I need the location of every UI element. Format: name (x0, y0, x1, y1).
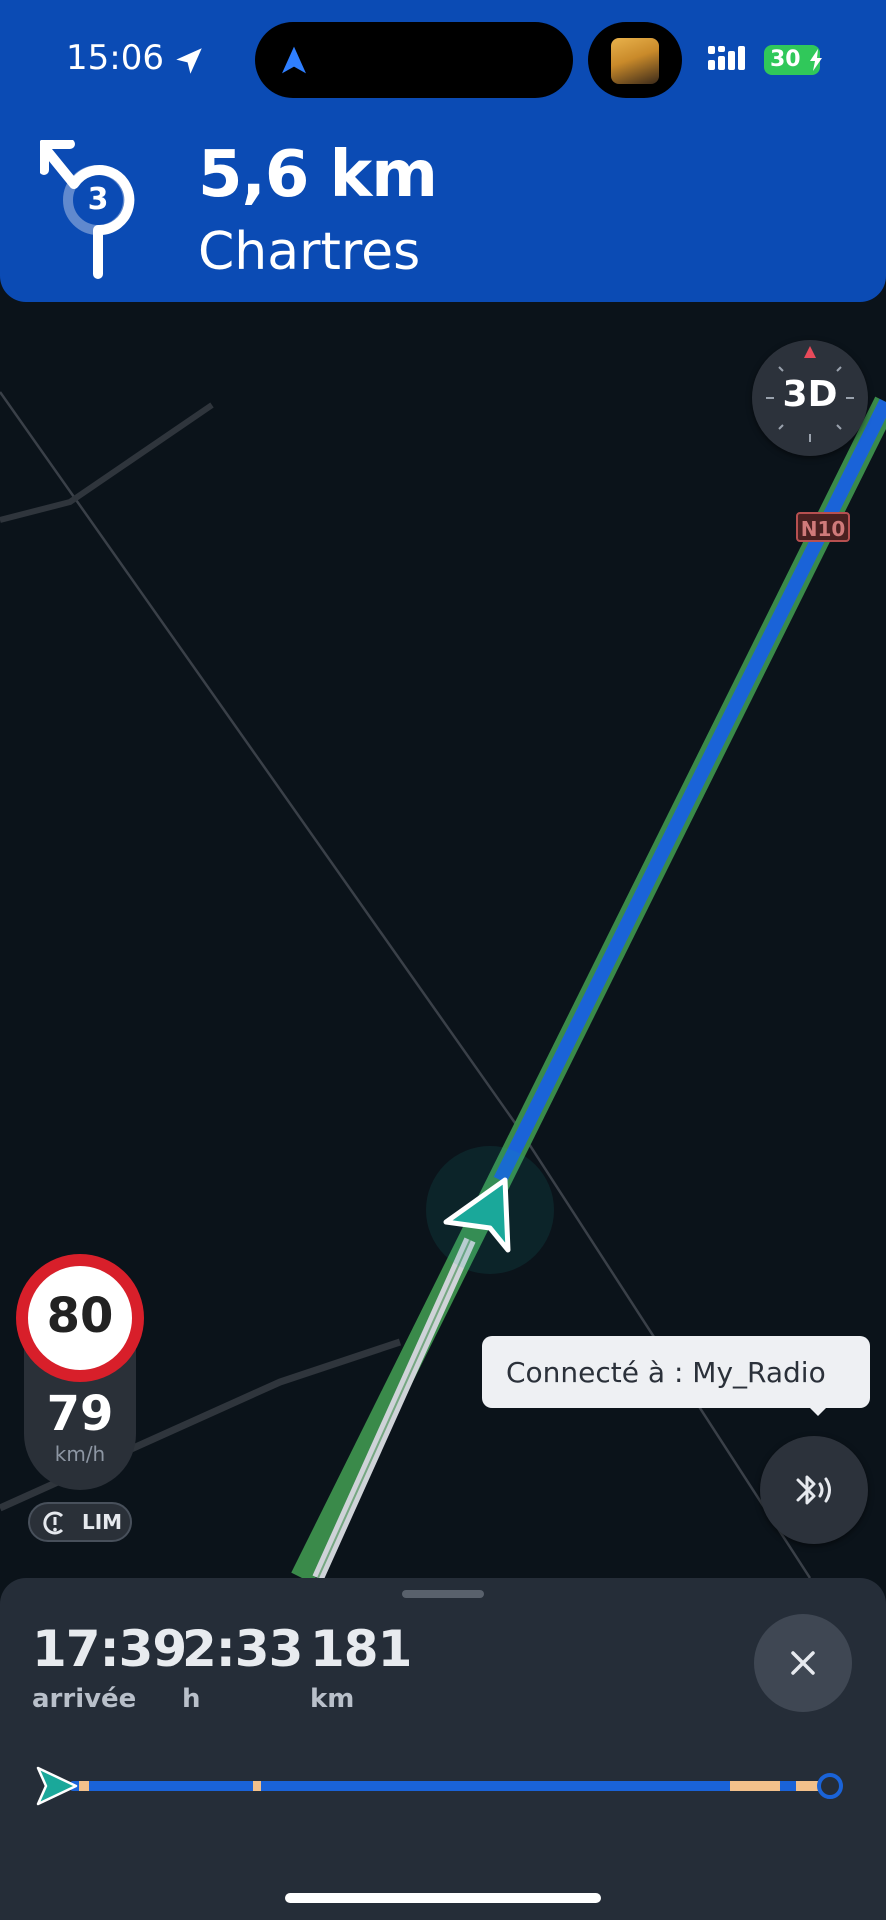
traffic-segment (796, 1781, 818, 1791)
arrival-time: 17:39 (32, 1620, 187, 1678)
maneuver-distance: 5,6 km (198, 138, 438, 212)
duration-label: h (182, 1684, 201, 1714)
current-speed: 79 (46, 1386, 114, 1442)
status-time: 15:06 (66, 38, 164, 78)
connection-toast-text: Connecté à : My_Radio (506, 1356, 826, 1389)
road-shield: N10 (796, 512, 850, 542)
arrival-label: arrivée (32, 1684, 137, 1714)
traffic-segment (730, 1781, 780, 1791)
trip-duration: 2:33 (182, 1620, 303, 1678)
speed-limit-value: 80 (46, 1288, 114, 1344)
maneuver-street: Chartres (198, 222, 421, 282)
battery-charging-icon (810, 49, 822, 71)
traffic-segment (253, 1781, 261, 1791)
album-art (611, 38, 659, 84)
speed-alert-icon (43, 1511, 64, 1535)
signal-icon (708, 46, 745, 70)
route-progress-bar (36, 1766, 843, 1806)
home-indicator[interactable] (285, 1893, 601, 1903)
progress-vehicle-icon (36, 1766, 78, 1806)
toast-tail (806, 1404, 830, 1416)
distance-label: km (310, 1684, 355, 1714)
exit-number: 3 (87, 182, 109, 217)
speed-unit: km/h (54, 1442, 106, 1466)
lim-label: LIM (82, 1510, 123, 1534)
status-bar: 15:06 30 (0, 0, 886, 120)
location-arrow-icon (176, 48, 202, 74)
view-mode-label: 3D (782, 374, 838, 415)
navigation-icon (282, 46, 306, 74)
traffic-segment (79, 1781, 89, 1791)
drag-handle[interactable] (402, 1590, 484, 1598)
trip-distance: 181 (310, 1620, 412, 1678)
destination-marker (817, 1773, 843, 1799)
bluetooth-audio-icon (796, 1475, 831, 1505)
close-icon (791, 1651, 815, 1675)
